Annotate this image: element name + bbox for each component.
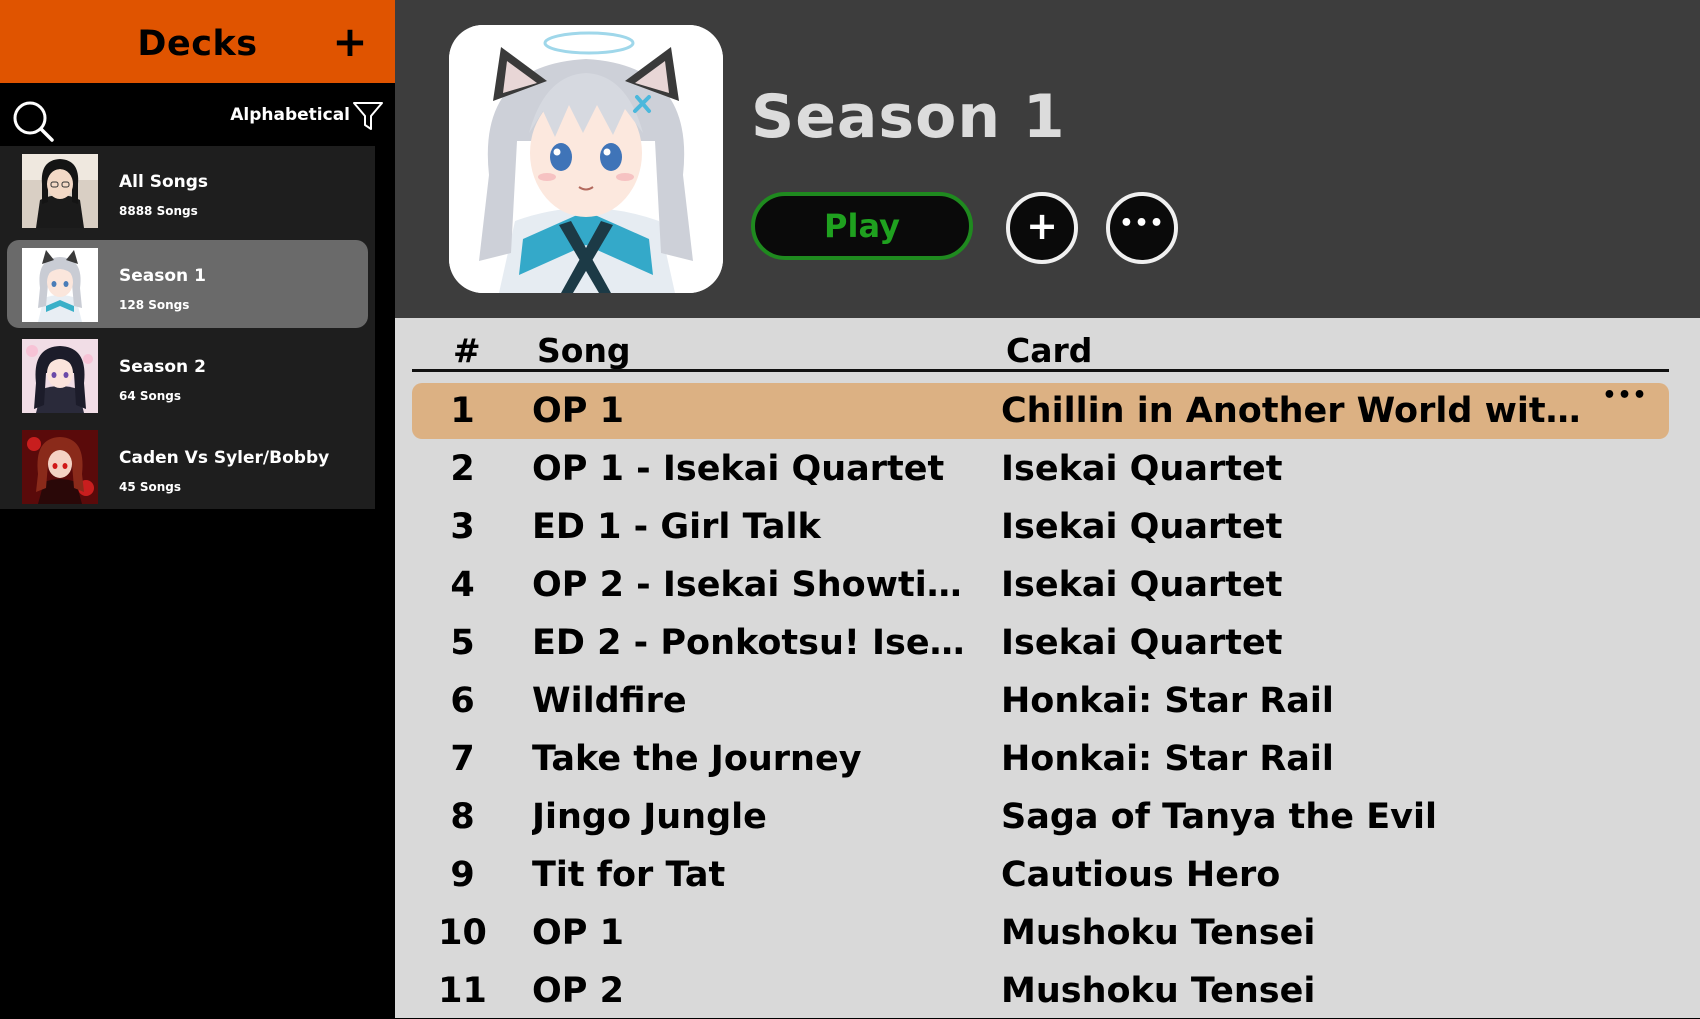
row-song: Take the Journey: [532, 739, 862, 779]
row-number: 10: [438, 913, 487, 953]
row-song: Tit for Tat: [532, 855, 726, 895]
column-header-number: #: [453, 331, 481, 370]
deck-item-season-2[interactable]: Season 2 64 Songs: [7, 331, 368, 419]
sort-label: Alphabetical: [230, 105, 350, 125]
row-song: ED 1 - Girl Talk: [532, 507, 821, 547]
deck-song-count: 45 Songs: [119, 480, 182, 494]
deck-song-count: 128 Songs: [119, 298, 190, 312]
column-header-song[interactable]: Song: [537, 331, 631, 370]
row-card: Cautious Hero: [1001, 855, 1281, 895]
table-row[interactable]: 1 OP 1 Chillin in Another World with... …: [412, 383, 1669, 439]
deck-thumbnail: [22, 430, 98, 504]
deck-item-all-songs[interactable]: All Songs 8888 Songs: [7, 146, 368, 234]
row-number: 11: [438, 971, 487, 1011]
row-card: Honkai: Star Rail: [1001, 681, 1334, 721]
row-number: 1: [450, 391, 475, 431]
playlist-header: Season 1 Play + •••: [395, 0, 1700, 318]
row-card: Chillin in Another World with...: [1001, 391, 1591, 431]
row-song: OP 1 - Isekai Quartet: [532, 449, 945, 489]
row-number: 4: [450, 565, 475, 605]
more-options-button[interactable]: •••: [1106, 192, 1178, 264]
row-card: Isekai Quartet: [1001, 449, 1283, 489]
row-number: 2: [450, 449, 475, 489]
deck-song-count: 8888 Songs: [119, 204, 198, 218]
deck-list: All Songs 8888 Songs Season 1 128 Songs …: [0, 146, 375, 509]
row-number: 3: [450, 507, 475, 547]
table-row[interactable]: 11 OP 2 Mushoku Tensei: [412, 963, 1669, 1019]
deck-item-caden-vs-syler-bobby[interactable]: Caden Vs Syler/Bobby 45 Songs: [7, 422, 368, 510]
deck-song-count: 64 Songs: [119, 389, 182, 403]
row-card: Saga of Tanya the Evil: [1001, 797, 1437, 837]
deck-name: Season 2: [119, 357, 206, 377]
table-row[interactable]: 2 OP 1 - Isekai Quartet Isekai Quartet: [412, 441, 1669, 497]
deck-name: Season 1: [119, 266, 206, 286]
row-number: 6: [450, 681, 475, 721]
table-row[interactable]: 8 Jingo Jungle Saga of Tanya the Evil: [412, 789, 1669, 845]
row-card: Isekai Quartet: [1001, 623, 1283, 663]
table-row[interactable]: 10 OP 1 Mushoku Tensei: [412, 905, 1669, 961]
add-deck-button[interactable]: +: [327, 14, 373, 70]
row-card: Mushoku Tensei: [1001, 913, 1316, 953]
main-panel: Season 1 Play + ••• # Song Card 1 OP 1 C…: [395, 0, 1700, 1018]
row-song: OP 2 - Isekai Showtime: [532, 565, 982, 605]
header-divider: [412, 369, 1669, 372]
row-song: OP 2: [532, 971, 624, 1011]
column-header-card[interactable]: Card: [1006, 331, 1092, 370]
row-card: Mushoku Tensei: [1001, 971, 1316, 1011]
deck-item-season-1[interactable]: Season 1 128 Songs: [7, 240, 368, 328]
playlist-title: Season 1: [751, 82, 1066, 152]
row-song: ED 2 - Ponkotsu! Isekai Th...: [532, 623, 982, 663]
deck-name: Caden Vs Syler/Bobby: [119, 448, 330, 468]
table-row[interactable]: 7 Take the Journey Honkai: Star Rail: [412, 731, 1669, 787]
table-row[interactable]: 6 Wildfire Honkai: Star Rail: [412, 673, 1669, 729]
row-number: 7: [450, 739, 475, 779]
table-row[interactable]: 3 ED 1 - Girl Talk Isekai Quartet: [412, 499, 1669, 555]
search-icon[interactable]: [11, 99, 55, 143]
add-song-button[interactable]: +: [1006, 192, 1078, 264]
sort-dropdown[interactable]: Alphabetical: [218, 100, 388, 132]
deck-thumbnail: [22, 154, 98, 228]
table-row[interactable]: 9 Tit for Tat Cautious Hero: [412, 847, 1669, 903]
sidebar-header: Decks +: [0, 0, 395, 83]
row-more-button[interactable]: •••: [1590, 383, 1660, 423]
row-song: Jingo Jungle: [532, 797, 767, 837]
row-song: OP 1: [532, 913, 624, 953]
row-card: Honkai: Star Rail: [1001, 739, 1334, 779]
deck-name: All Songs: [119, 172, 209, 192]
deck-thumbnail: [22, 248, 98, 322]
filter-icon[interactable]: [352, 100, 384, 132]
row-song: OP 1: [532, 391, 624, 431]
row-number: 8: [450, 797, 475, 837]
row-number: 5: [450, 623, 475, 663]
sidebar: Decks + Alphabetical All Songs 8888 Song…: [0, 0, 395, 1018]
row-card: Isekai Quartet: [1001, 507, 1283, 547]
table-row[interactable]: 5 ED 2 - Ponkotsu! Isekai Th... Isekai Q…: [412, 615, 1669, 671]
table-row[interactable]: 4 OP 2 - Isekai Showtime Isekai Quartet: [412, 557, 1669, 613]
row-number: 9: [450, 855, 475, 895]
row-card: Isekai Quartet: [1001, 565, 1283, 605]
deck-thumbnail: [22, 339, 98, 413]
song-table: # Song Card 1 OP 1 Chillin in Another Wo…: [395, 318, 1700, 1018]
playlist-cover-art: [449, 25, 723, 293]
play-button[interactable]: Play: [751, 192, 973, 260]
row-song: Wildfire: [532, 681, 687, 721]
